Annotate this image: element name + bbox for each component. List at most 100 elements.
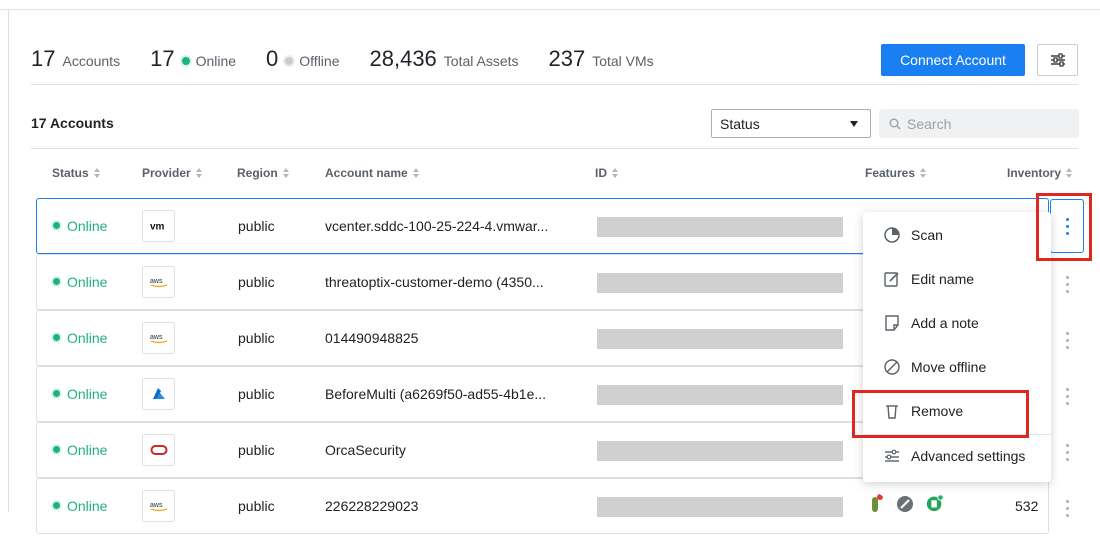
column-header-id[interactable]: ID (595, 166, 618, 180)
status-cell: Online (53, 255, 107, 309)
status-text: Online (67, 442, 108, 458)
region-cell: public (238, 442, 275, 458)
aws-logo-icon: aws (142, 266, 175, 298)
column-label: Account name (325, 166, 408, 180)
status-filter-value: Status (720, 116, 760, 132)
sort-icon (920, 168, 927, 178)
aws-logo-icon: aws (142, 322, 175, 354)
row-actions-button[interactable] (1050, 480, 1084, 536)
region-cell: public (238, 386, 275, 402)
svg-text:aws: aws (150, 334, 163, 341)
status-cell: Online (53, 423, 107, 477)
column-label: Features (865, 166, 916, 180)
column-header-region[interactable]: Region (237, 166, 289, 180)
kebab-icon (1065, 442, 1069, 463)
menu-item-move-offline[interactable]: Move offline (863, 345, 1051, 389)
divider (31, 148, 1078, 149)
region-cell: public (238, 274, 275, 290)
menu-item-label: Add a note (911, 315, 979, 331)
menu-item-label: Move offline (911, 359, 987, 375)
table-row[interactable]: Online aws public 226228229023 532 (36, 478, 1049, 534)
menu-item-advanced-settings[interactable]: Advanced settings (863, 434, 1051, 478)
online-dot-icon (181, 57, 190, 65)
note-icon (885, 315, 899, 331)
stat-accounts: 17 Accounts (31, 46, 120, 72)
stat-label: Total Assets (443, 53, 519, 69)
status-cell: Online (53, 199, 107, 253)
stat-value: 17 (31, 46, 56, 71)
redacted-id (597, 217, 843, 237)
divider (31, 84, 1078, 85)
stat-online: 17 Online (150, 46, 236, 72)
kebab-icon (1065, 274, 1069, 295)
account-name-cell[interactable]: 226228229023 (325, 479, 418, 533)
redacted-id (597, 497, 843, 517)
menu-item-remove[interactable]: Remove (863, 389, 1051, 433)
search-input[interactable] (907, 115, 1067, 132)
region-cell: public (238, 218, 275, 234)
row-actions-button[interactable] (1050, 424, 1084, 480)
status-filter-select[interactable]: Status (711, 109, 871, 138)
stat-vms: 237 Total VMs (549, 46, 654, 72)
account-name-cell[interactable]: vcenter.sddc-100-25-224-4.vmwar... (325, 199, 548, 253)
caret-down-icon (850, 121, 858, 127)
menu-item-add-note[interactable]: Add a note (863, 301, 1051, 345)
stat-label: Online (195, 53, 237, 69)
status-cell: Online (53, 311, 107, 365)
document-feature-icon (926, 494, 944, 512)
column-header-account-name[interactable]: Account name (325, 166, 419, 180)
status-text: Online (67, 386, 108, 402)
stat-label: Accounts (62, 53, 121, 69)
column-header-inventory[interactable]: Inventory (1007, 166, 1073, 180)
stat-value: 237 (548, 46, 586, 71)
kebab-icon (1065, 498, 1069, 519)
vmware-logo-icon: vm (142, 210, 175, 242)
sort-icon (1066, 168, 1073, 178)
redacted-id (597, 385, 843, 405)
row-actions-button[interactable] (1050, 368, 1084, 424)
menu-item-label: Scan (911, 227, 943, 243)
stats-bar: 17 Accounts 17 Online 0 Offline 28,436 T… (31, 46, 684, 78)
svg-text:aws: aws (150, 278, 163, 285)
status-text: Online (67, 274, 108, 290)
stat-assets: 28,436 Total Assets (370, 46, 519, 72)
sliders-icon (885, 449, 899, 462)
filter-settings-button[interactable] (1037, 44, 1078, 76)
account-name-cell[interactable]: threatoptix-customer-demo (4350... (325, 255, 544, 309)
sort-icon (195, 168, 202, 178)
menu-item-edit-name[interactable]: Edit name (863, 257, 1051, 301)
column-header-status[interactable]: Status (52, 166, 100, 180)
trash-icon (886, 405, 898, 419)
account-name-cell[interactable]: 014490948825 (325, 311, 418, 365)
menu-item-scan[interactable]: Scan (863, 213, 1051, 257)
left-border (8, 9, 9, 512)
connect-account-button[interactable]: Connect Account (881, 44, 1025, 76)
stat-value: 17 (150, 46, 175, 71)
row-actions-button[interactable] (1050, 199, 1084, 253)
region-cell: public (238, 498, 275, 514)
svg-text:vm: vm (150, 222, 165, 232)
kebab-icon (1065, 330, 1069, 351)
kebab-icon (1065, 386, 1069, 407)
sort-icon (93, 168, 100, 178)
redacted-id (597, 441, 843, 461)
online-dot-icon (53, 501, 60, 509)
column-label: Provider (142, 166, 191, 180)
row-actions-button[interactable] (1050, 312, 1084, 368)
block-icon (884, 359, 900, 375)
online-dot-icon (53, 333, 60, 341)
column-header-provider[interactable]: Provider (142, 166, 202, 180)
column-header-features[interactable]: Features (865, 166, 927, 180)
offline-dot-icon (285, 57, 294, 65)
stat-value: 28,436 (369, 46, 437, 71)
account-name-cell[interactable]: BeforeMulti (a6269f50-ad55-4b1e... (325, 367, 546, 421)
stat-label: Total VMs (592, 53, 654, 69)
account-name-cell[interactable]: OrcaSecurity (325, 423, 406, 477)
menu-item-label: Edit name (911, 271, 975, 287)
kebab-icon (1065, 216, 1069, 237)
column-label: Inventory (1007, 166, 1062, 180)
search-box[interactable] (879, 109, 1079, 138)
row-actions-button[interactable] (1050, 256, 1084, 312)
online-dot-icon (53, 389, 60, 397)
stat-offline: 0 Offline (266, 46, 339, 72)
